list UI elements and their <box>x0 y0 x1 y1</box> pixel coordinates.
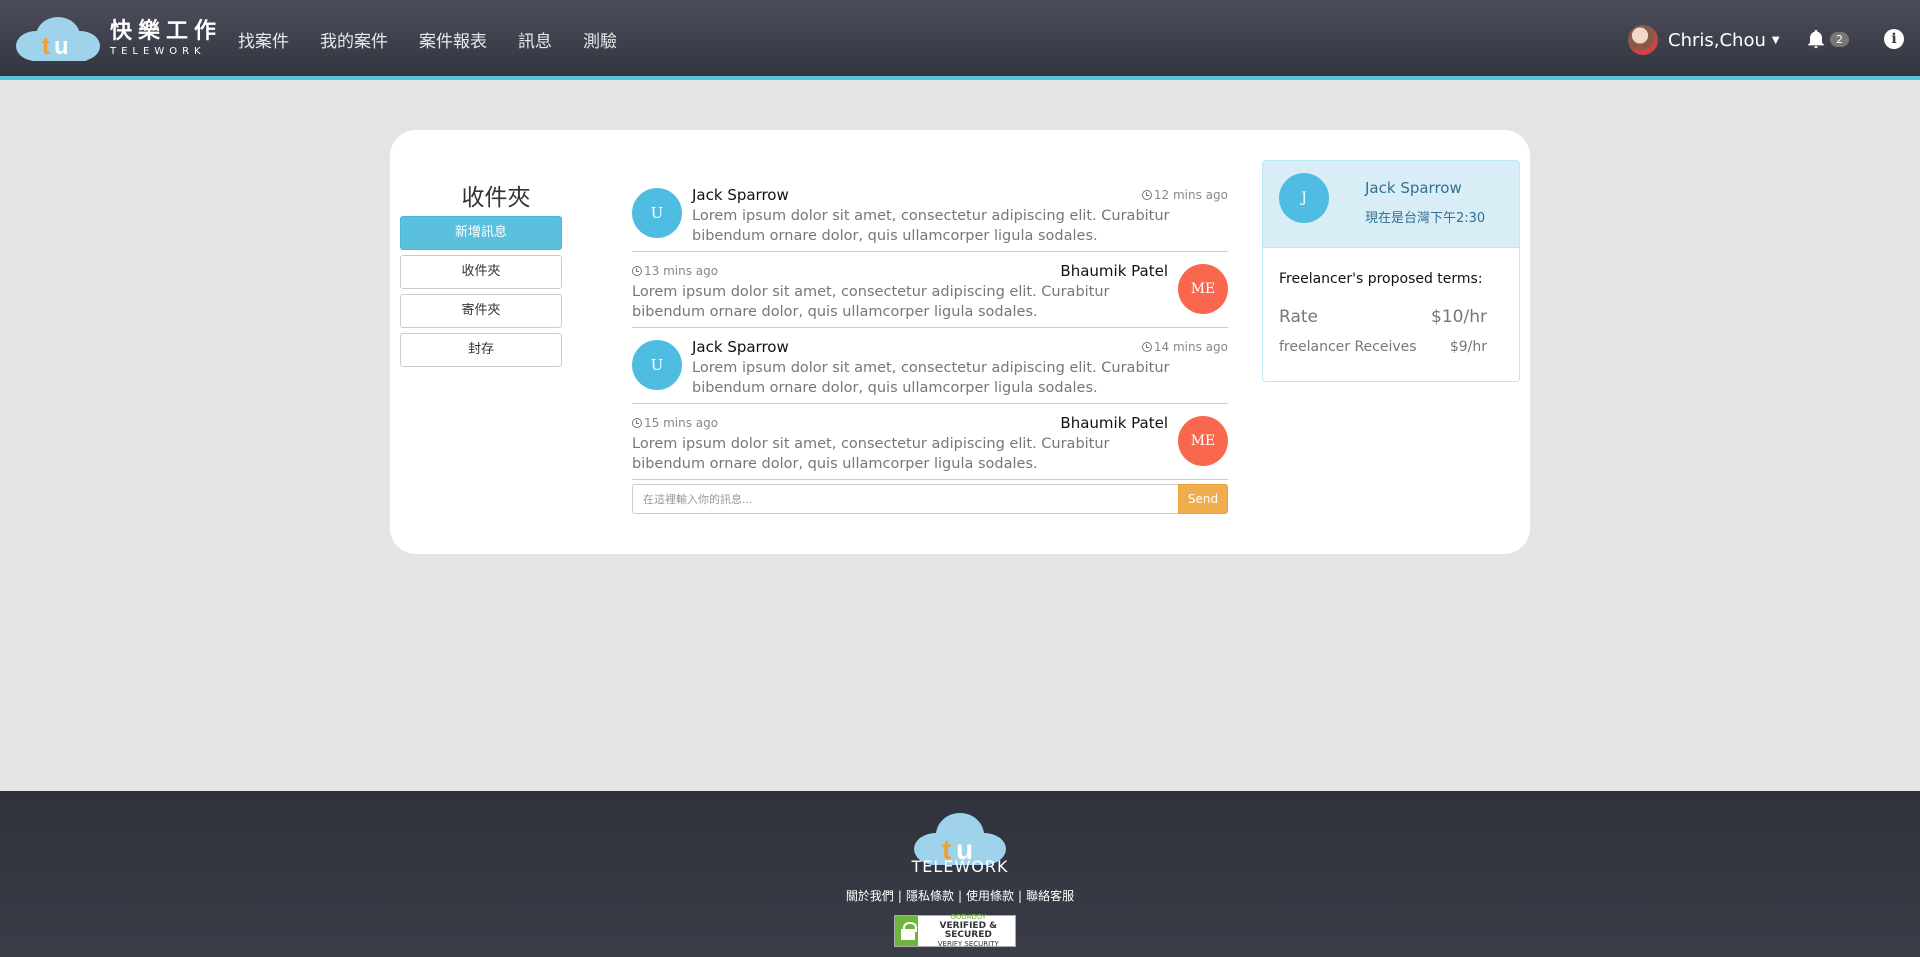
nav-my-jobs[interactable]: 我的案件 <box>320 27 388 52</box>
caret-down-icon: ▼ <box>1771 34 1780 46</box>
main-nav: 找案件 我的案件 案件報表 訊息 測驗 <box>238 27 648 52</box>
footer-link-terms[interactable]: 使用條款 <box>966 889 1014 903</box>
info-icon[interactable]: i <box>1884 29 1904 49</box>
message-time: 15 mins ago <box>632 416 718 430</box>
divider: | <box>1018 889 1023 903</box>
list-item[interactable]: U Jack Sparrow 14 mins ago Lorem ipsum d… <box>632 328 1228 404</box>
footer-brand: TELEWORK <box>911 857 1009 876</box>
footer-link-contact[interactable]: 聯絡客服 <box>1026 889 1074 903</box>
messages-card: 收件夾 新增訊息 收件夾 寄件夾 封存 U Jack Sparrow 12 mi… <box>390 130 1530 554</box>
contact-panel: J Jack Sparrow 現在是台灣下午2:30 Freelancer's … <box>1262 160 1520 382</box>
rate-label: Rate <box>1279 307 1318 327</box>
svg-text:t: t <box>42 33 50 60</box>
send-button[interactable]: Send <box>1178 484 1228 514</box>
message-text: Lorem ipsum dolor sit amet, consectetur … <box>692 208 1170 244</box>
sender-name: Jack Sparrow <box>692 338 789 356</box>
clock-icon <box>632 418 642 428</box>
footer-link-about[interactable]: 關於我們 <box>846 889 894 903</box>
message-composer: Send <box>632 484 1228 514</box>
user-name: Chris,Chou <box>1668 29 1766 51</box>
svg-text:u: u <box>54 33 69 60</box>
page-title: 收件夾 <box>461 185 531 211</box>
brand-name-zh: 快樂工作 <box>110 19 223 44</box>
message-text: Lorem ipsum dolor sit amet, consectetur … <box>632 284 1110 320</box>
rate-value: $10/hr <box>1431 307 1487 327</box>
security-seal[interactable]: GODADDY VERIFIED & SECURED VERIFY SECURI… <box>894 913 1016 948</box>
sender-avatar: U <box>632 340 682 390</box>
nav-job-reports[interactable]: 案件報表 <box>419 27 487 52</box>
message-list: U Jack Sparrow 12 mins ago Lorem ipsum d… <box>632 176 1228 480</box>
seal-text: GODADDY VERIFIED & SECURED VERIFY SECURI… <box>937 913 999 948</box>
lock-icon <box>895 916 918 946</box>
archive-button[interactable]: 封存 <box>400 333 562 367</box>
message-text: Lorem ipsum dolor sit amet, consectetur … <box>692 360 1170 396</box>
contact-panel-header: J Jack Sparrow 現在是台灣下午2:30 <box>1263 161 1519 248</box>
message-time: 13 mins ago <box>632 264 718 278</box>
sender-name: Jack Sparrow <box>692 186 789 204</box>
sender-avatar: ME <box>1178 264 1228 314</box>
sender-name: Bhaumik Patel <box>1060 414 1168 432</box>
sender-avatar: ME <box>1178 416 1228 466</box>
avatar <box>1628 25 1658 55</box>
brand-text: 快樂工作 TELEWORK <box>110 20 222 58</box>
list-item[interactable]: 13 mins ago Bhaumik Patel ME Lorem ipsum… <box>632 252 1228 328</box>
bell-icon <box>1808 29 1824 49</box>
user-menu[interactable]: Chris,Chou ▼ <box>1628 25 1780 55</box>
notifications-button[interactable]: 2 <box>1805 28 1849 50</box>
inbox-button[interactable]: 收件夾 <box>400 255 562 289</box>
message-time: 14 mins ago <box>1141 340 1228 354</box>
sender-avatar: U <box>632 188 682 238</box>
nav-tests[interactable]: 測驗 <box>583 27 617 52</box>
receives-label: freelancer Receives <box>1279 339 1417 355</box>
footer-link-privacy[interactable]: 隱私條款 <box>906 889 954 903</box>
new-message-button[interactable]: 新增訊息 <box>400 216 562 250</box>
clock-icon <box>1141 190 1152 200</box>
list-item[interactable]: 15 mins ago Bhaumik Patel ME Lorem ipsum… <box>632 404 1228 480</box>
footer: t u TELEWORK 關於我們 | 隱私條款 | 使用條款 | 聯絡客服 GODADDY… <box>0 791 1920 957</box>
footer-links: 關於我們 | 隱私條款 | 使用條款 | 聯絡客服 <box>0 887 1920 904</box>
message-input[interactable] <box>632 484 1178 514</box>
contact-avatar: J <box>1279 173 1329 223</box>
brand-name-en: TELEWORK <box>110 46 206 57</box>
clock-icon <box>632 266 642 276</box>
message-time: 12 mins ago <box>1141 188 1228 202</box>
contact-name[interactable]: Jack Sparrow <box>1365 179 1462 197</box>
terms-title: Freelancer's proposed terms: <box>1279 271 1483 287</box>
contact-local-time: 現在是台灣下午2:30 <box>1365 211 1486 226</box>
notification-count-badge: 2 <box>1830 31 1849 47</box>
list-item[interactable]: U Jack Sparrow 12 mins ago Lorem ipsum d… <box>632 176 1228 252</box>
cloud-logo-icon: t u <box>16 17 100 61</box>
nav-find-jobs[interactable]: 找案件 <box>238 27 289 52</box>
nav-messages[interactable]: 訊息 <box>518 27 552 52</box>
clock-icon <box>1141 342 1152 352</box>
brand-logo[interactable]: t u 快樂工作 TELEWORK <box>14 16 222 62</box>
receives-value: $9/hr <box>1449 339 1487 355</box>
top-navbar: t u 快樂工作 TELEWORK 找案件 我的案件 案件報表 訊息 測驗 Ch… <box>0 0 1920 80</box>
message-text: Lorem ipsum dolor sit amet, consectetur … <box>632 436 1110 472</box>
sender-name: Bhaumik Patel <box>1060 262 1168 280</box>
divider: | <box>957 889 963 903</box>
divider: | <box>897 889 902 903</box>
sent-button[interactable]: 寄件夾 <box>400 294 562 328</box>
